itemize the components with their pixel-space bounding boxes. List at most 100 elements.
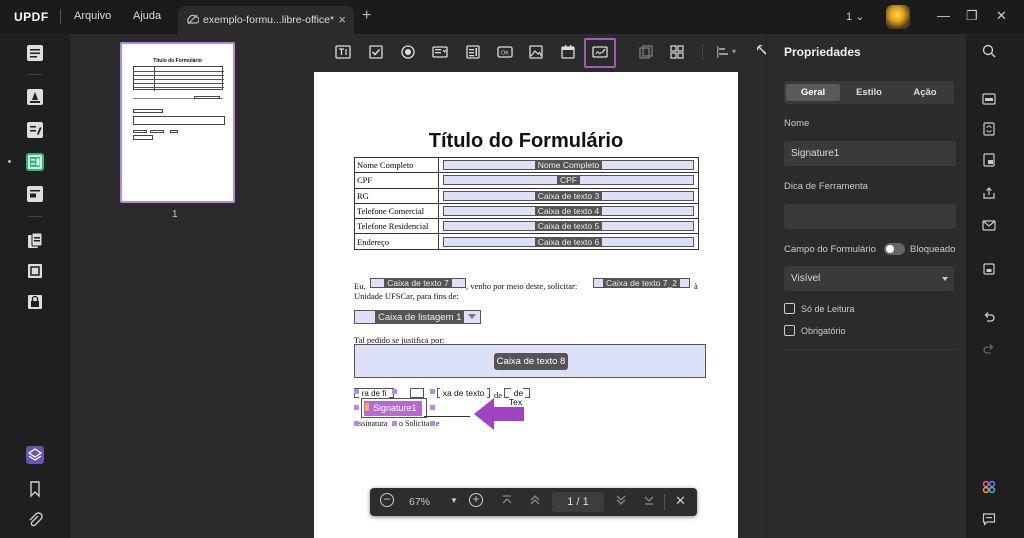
menu-arquivo[interactable]: Arquivo — [74, 10, 111, 22]
text-field[interactable]: Caixa de texto 7_2 — [593, 278, 690, 288]
list-box-tool-icon[interactable] — [465, 44, 481, 60]
date-tool-icon[interactable] — [560, 44, 576, 60]
resize-handle[interactable] — [392, 421, 397, 426]
zoom-out-icon[interactable]: − — [380, 493, 394, 507]
page-thumbnail[interactable]: Título do Formulário — [120, 42, 235, 203]
resize-handle[interactable] — [354, 389, 359, 394]
table-row: Nome Completo Nome Completo — [354, 156, 699, 174]
tab-acao[interactable]: Ação — [898, 84, 952, 101]
share-icon[interactable] — [982, 186, 996, 200]
row-label: RG — [354, 187, 439, 204]
assinatura-text: o Solicita — [399, 419, 430, 428]
page-title: Título do Formulário — [428, 130, 624, 152]
ai-assistant-icon[interactable] — [982, 480, 996, 494]
minimize-button[interactable]: — — [937, 8, 950, 23]
resize-handle[interactable] — [354, 405, 359, 410]
thumb-combo — [133, 109, 163, 113]
text-field[interactable]: Caixa de texto 4 — [443, 206, 694, 217]
field-label: Caixa de texto 7 — [384, 278, 452, 288]
ocr-icon[interactable] — [982, 92, 996, 106]
search-icon[interactable] — [982, 44, 996, 58]
avatar[interactable] — [886, 5, 910, 29]
text-field[interactable]: Caixa de texto 3 — [443, 190, 694, 201]
tab-close-icon[interactable]: × — [338, 12, 346, 27]
name-input[interactable]: Signature1 — [784, 141, 956, 166]
email-icon[interactable] — [982, 218, 996, 232]
total-pages: 1 — [582, 496, 589, 508]
thumb-signature — [133, 135, 153, 140]
text-field[interactable]: ra de fi — [354, 388, 394, 398]
resize-handle[interactable] — [392, 389, 397, 394]
required-label: Obrigatório — [801, 326, 846, 336]
highlighter-icon[interactable] — [26, 88, 44, 106]
text-field[interactable]: CPF — [443, 175, 694, 186]
radio-button-tool-icon[interactable] — [400, 44, 416, 60]
document-tab[interactable]: exemplo-formu...libre-office* × — [178, 6, 354, 34]
thumb-field — [170, 130, 178, 133]
text-field[interactable] — [410, 388, 424, 398]
undo-icon[interactable] — [982, 310, 996, 324]
divider — [28, 216, 42, 217]
required-checkbox[interactable] — [784, 325, 795, 336]
crop-page-icon[interactable] — [26, 262, 44, 280]
comment-icon[interactable] — [982, 512, 996, 526]
tab-geral[interactable]: Geral — [786, 84, 840, 101]
resize-handle[interactable] — [430, 405, 435, 410]
organize-pages-icon[interactable] — [26, 232, 44, 250]
table-row: Endereço Caixa de texto 6 — [354, 233, 699, 250]
align-icon[interactable] — [715, 44, 731, 60]
resize-handle[interactable] — [430, 421, 435, 426]
text-field[interactable]: Caixa de texto 6 — [443, 236, 694, 247]
form-table: Nome Completo Nome Completo CPF CPF RG Caix… — [354, 156, 699, 250]
signature-field[interactable]: Signature1 — [361, 398, 427, 418]
menu-ajuda[interactable]: Ajuda — [133, 10, 161, 22]
form-icon[interactable] — [26, 153, 44, 171]
text-field[interactable]: Caixa de texto 5 — [443, 221, 694, 232]
visibility-select[interactable]: Visível — [784, 266, 954, 291]
app-logo: UPDF — [14, 10, 49, 24]
checkbox-tool-icon[interactable] — [368, 44, 384, 60]
protect-file-icon[interactable] — [982, 153, 996, 167]
duplicate-icon[interactable] — [638, 44, 654, 60]
button-tool-icon[interactable]: OK — [497, 44, 513, 60]
close-window-button[interactable]: ✕ — [996, 8, 1007, 24]
image-tool-icon[interactable] — [528, 44, 544, 60]
text-field[interactable]: Nome Completo — [443, 160, 694, 171]
readonly-checkbox[interactable] — [784, 303, 795, 314]
next-page-icon[interactable] — [615, 494, 627, 509]
new-tab-button[interactable]: + — [362, 7, 371, 25]
layers-icon[interactable] — [26, 446, 44, 464]
grid-icon[interactable] — [669, 44, 685, 60]
locked-toggle[interactable] — [884, 243, 905, 255]
convert-icon[interactable] — [982, 122, 996, 136]
page-number-input[interactable]: 1 / 1 — [552, 492, 604, 512]
attachment-icon[interactable] — [26, 511, 44, 529]
resize-handle[interactable] — [430, 389, 435, 394]
field-label: Caixa de texto 5 — [534, 221, 603, 232]
previous-page-icon[interactable] — [529, 494, 541, 509]
edit-pdf-icon[interactable] — [26, 121, 44, 139]
restore-button[interactable]: ❐ — [966, 8, 978, 24]
chevron-down-icon[interactable]: ▼ — [450, 496, 458, 505]
zoom-value[interactable]: 67% — [409, 496, 430, 508]
save-icon[interactable] — [982, 262, 996, 276]
protect-icon[interactable] — [26, 293, 44, 311]
list-box-field[interactable]: Caixa de listagem 1 — [354, 310, 481, 324]
page-indicator-dropdown[interactable]: 1 ⌄ — [846, 10, 864, 23]
signature-tool-icon[interactable] — [592, 44, 608, 60]
combo-box-tool-icon[interactable] — [432, 44, 448, 60]
tooltip-input[interactable] — [784, 204, 956, 229]
textarea-field[interactable]: Caixa de texto 8 — [354, 344, 706, 378]
text-field-tool-icon[interactable] — [335, 44, 351, 60]
first-page-icon[interactable] — [501, 494, 513, 509]
last-page-icon[interactable] — [643, 494, 655, 509]
redo-icon[interactable] — [982, 342, 996, 356]
zoom-in-icon[interactable]: + — [469, 493, 483, 507]
text-field[interactable]: Caixa de texto 7 — [370, 278, 466, 288]
sign-icon[interactable] — [26, 185, 44, 203]
bookmark-icon[interactable] — [26, 480, 44, 498]
close-zoom-bar-icon[interactable]: ✕ — [675, 493, 686, 509]
chevron-down-icon[interactable]: ▾ — [732, 47, 736, 56]
reader-icon[interactable] — [26, 44, 44, 62]
tab-estilo[interactable]: Estilo — [842, 84, 896, 101]
